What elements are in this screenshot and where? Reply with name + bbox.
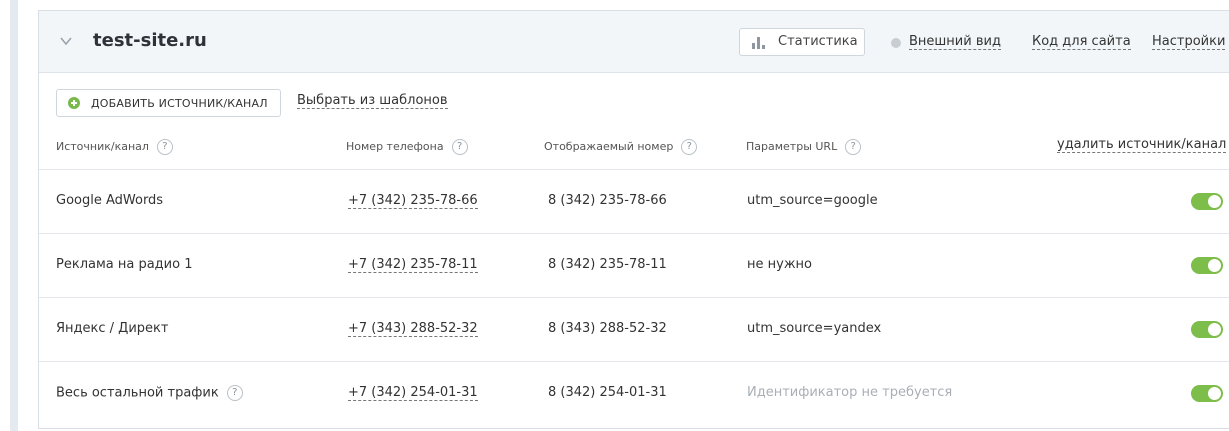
chevron-down-icon[interactable] <box>59 34 73 48</box>
col-url-header: Параметры URL? <box>746 139 862 155</box>
enable-toggle[interactable] <box>1191 193 1223 210</box>
site-code-link[interactable]: Код для сайта <box>1032 34 1131 50</box>
display-number: 8 (342) 235-78-11 <box>548 257 667 272</box>
col-source-label: Источник/канал <box>56 140 149 153</box>
phone-number[interactable]: +7 (342) 235-78-66 <box>348 193 478 209</box>
source-name: Весь остальной трафик <box>56 385 219 401</box>
col-url-label: Параметры URL <box>746 140 838 153</box>
display-number: 8 (343) 288-52-32 <box>548 321 667 336</box>
enable-toggle[interactable] <box>1191 385 1223 402</box>
statistics-label: Статистика <box>778 34 858 49</box>
table-row: Реклама на радио 1 +7 (342) 235-78-11 8 … <box>39 233 1229 298</box>
url-params: utm_source=yandex <box>747 321 882 336</box>
help-icon[interactable]: ? <box>156 139 173 155</box>
site-card: test-site.ru Статистика Внешний вид Код … <box>38 10 1229 429</box>
col-phone-label: Номер телефона <box>346 140 444 153</box>
source-name: Реклама на радио 1 <box>56 257 193 272</box>
help-icon[interactable]: ? <box>681 139 698 155</box>
col-display-label: Отображаемый номер <box>544 140 674 153</box>
add-source-button[interactable]: ДОБАВИТЬ ИСТОЧНИК/КАНАЛ <box>56 89 281 117</box>
table-row: Яндекс / Директ +7 (343) 288-52-32 8 (34… <box>39 297 1229 362</box>
help-icon[interactable]: ? <box>845 139 862 155</box>
status-dot <box>891 38 901 48</box>
appearance-link[interactable]: Внешний вид <box>909 34 1001 50</box>
left-rail <box>0 0 20 431</box>
help-icon[interactable]: ? <box>226 385 243 401</box>
display-number: 8 (342) 235-78-66 <box>548 193 667 208</box>
col-phone-header: Номер телефона? <box>346 139 468 155</box>
display-number: 8 (342) 254-01-31 <box>548 385 667 400</box>
site-title: test-site.ru <box>93 30 207 51</box>
source-name-cell: Весь остальной трафик? <box>56 385 243 401</box>
add-source-label: ДОБАВИТЬ ИСТОЧНИК/КАНАЛ <box>91 97 268 110</box>
choose-template-link[interactable]: Выбрать из шаблонов <box>297 93 448 109</box>
help-icon[interactable]: ? <box>451 139 468 155</box>
bar-chart-icon <box>752 37 765 49</box>
phone-number[interactable]: +7 (342) 254-01-31 <box>348 385 478 401</box>
site-header: test-site.ru Статистика Внешний вид Код … <box>39 11 1229 73</box>
url-params: utm_source=google <box>747 193 878 208</box>
col-source-header: Источник/канал? <box>56 139 173 155</box>
source-name: Google AdWords <box>56 193 164 208</box>
table-row: Весь остальной трафик? +7 (342) 254-01-3… <box>39 361 1229 426</box>
enable-toggle[interactable] <box>1191 257 1223 274</box>
col-display-header: Отображаемый номер? <box>544 139 698 155</box>
phone-number[interactable]: +7 (343) 288-52-32 <box>348 321 478 337</box>
settings-link[interactable]: Настройки <box>1152 34 1226 50</box>
phone-number[interactable]: +7 (342) 235-78-11 <box>348 257 478 273</box>
statistics-button[interactable]: Статистика <box>739 28 865 56</box>
rail-stripe <box>10 0 18 431</box>
url-params: Идентификатор не требуется <box>747 385 953 400</box>
url-params: не нужно <box>747 257 812 272</box>
table-row: Google AdWords +7 (342) 235-78-66 8 (342… <box>39 169 1229 234</box>
source-name: Яндекс / Директ <box>56 321 169 336</box>
delete-source-link[interactable]: удалить источник/канал <box>1057 137 1227 153</box>
enable-toggle[interactable] <box>1191 321 1223 338</box>
plus-icon <box>68 97 80 109</box>
